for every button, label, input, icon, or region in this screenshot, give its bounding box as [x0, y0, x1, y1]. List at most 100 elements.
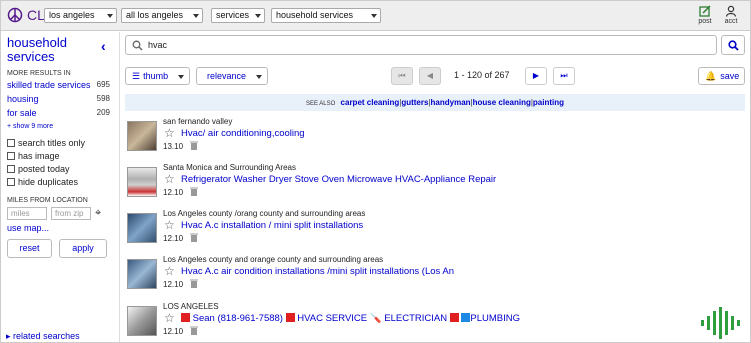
crosshair-icon[interactable]: ⌖: [95, 207, 101, 220]
result-title-part: ELECTRICIAN: [384, 313, 448, 324]
result-location: Santa Monica and Surrounding Areas: [163, 163, 296, 172]
see-also-link[interactable]: house cleaning: [473, 98, 531, 107]
post-label: post: [698, 18, 712, 25]
save-label: save: [720, 71, 740, 81]
related-category-label: skilled trade services: [7, 80, 91, 90]
trash-icon[interactable]: [190, 187, 198, 196]
show-more-link[interactable]: + show 9 more: [7, 123, 53, 130]
result-row[interactable]: Los Angeles county and orange county and…: [125, 255, 745, 301]
result-row[interactable]: san fernando valley ☆ Hvac/ air conditio…: [125, 117, 745, 163]
more-results-header: MORE RESULTS IN: [7, 70, 71, 77]
post-button[interactable]: post: [692, 5, 718, 25]
result-row[interactable]: LOS ANGELES ☆ Sean (818-961-7588) HVAC S…: [125, 302, 745, 342]
red-square-icon: [181, 313, 190, 322]
result-title[interactable]: Hvac/ air conditioning,cooling: [181, 128, 305, 139]
area-select[interactable]: all los angeles: [121, 8, 203, 23]
result-thumbnail[interactable]: [127, 306, 157, 336]
related-category-count: 598: [96, 94, 110, 103]
checkbox[interactable]: [7, 178, 15, 186]
use-map-link[interactable]: use map...: [7, 223, 49, 233]
search-input[interactable]: hvac: [125, 35, 717, 55]
chevron-down-icon: [255, 14, 261, 18]
sort-select[interactable]: relevance: [196, 67, 268, 85]
result-location: LOS ANGELES: [163, 302, 219, 311]
caret-right-icon: ▸: [6, 331, 11, 341]
related-category-item[interactable]: housing 598: [7, 94, 110, 104]
filter-label: hide duplicates: [18, 177, 79, 187]
search-value: hvac: [148, 40, 168, 50]
filter-label: search titles only: [18, 138, 86, 148]
view-mode-select[interactable]: ☰ thumb: [125, 67, 190, 85]
see-also-link[interactable]: painting: [533, 98, 564, 107]
result-title[interactable]: Refrigerator Washer Dryer Stove Oven Mic…: [181, 174, 496, 185]
apply-button[interactable]: apply: [59, 239, 107, 258]
account-button[interactable]: acct: [718, 5, 744, 25]
related-category-item[interactable]: skilled trade services 695: [7, 80, 110, 90]
main-content: hvac ☰ thumb relevance ⏮ ◀ 1 - 120 of 267…: [121, 32, 750, 342]
star-icon[interactable]: ☆: [164, 126, 175, 140]
see-also-link[interactable]: carpet cleaning: [341, 98, 400, 107]
checkbox[interactable]: [7, 139, 15, 147]
trash-icon[interactable]: [190, 326, 198, 335]
first-page-button[interactable]: ⏮: [391, 67, 413, 85]
category-select-value: household services: [276, 10, 354, 20]
result-thumbnail[interactable]: [127, 167, 157, 197]
user-icon: [725, 5, 737, 17]
filter-posted-today[interactable]: posted today: [7, 164, 70, 174]
star-icon[interactable]: ☆: [164, 172, 175, 186]
result-title[interactable]: Hvac A.c installation / mini split insta…: [181, 220, 363, 231]
top-bar: CL los angeles all los angeles services …: [1, 1, 750, 31]
logo-text: CL: [27, 7, 45, 23]
craigslist-logo[interactable]: CL: [7, 7, 45, 23]
see-also-link[interactable]: handyman: [431, 98, 471, 107]
search-button[interactable]: [721, 35, 745, 55]
view-mode-label: thumb: [143, 71, 169, 81]
category-title[interactable]: household services: [7, 36, 99, 64]
trash-icon[interactable]: [190, 141, 198, 150]
miles-input[interactable]: miles: [7, 207, 47, 220]
browser-frame: CL los angeles all los angeles services …: [0, 0, 751, 343]
result-row[interactable]: Los Angeles county /orang county and sur…: [125, 209, 745, 255]
green-waveform-logo-icon: [701, 307, 740, 339]
location-select[interactable]: los angeles: [44, 8, 117, 23]
section-select[interactable]: services: [211, 8, 265, 23]
star-icon[interactable]: ☆: [164, 218, 175, 232]
page-info: 1 - 120 of 267: [454, 70, 510, 80]
zip-input[interactable]: from zip: [51, 207, 91, 220]
collapse-sidebar-icon[interactable]: ‹: [101, 38, 106, 54]
result-title-part: Sean (818-961-7588): [192, 313, 283, 324]
category-select[interactable]: household services: [271, 8, 381, 23]
star-icon[interactable]: ☆: [164, 264, 175, 278]
search-icon: [728, 40, 739, 51]
star-icon[interactable]: ☆: [164, 311, 175, 325]
checkbox[interactable]: [7, 165, 15, 173]
trash-icon[interactable]: [190, 233, 198, 242]
see-also-link[interactable]: gutters: [401, 98, 428, 107]
last-page-button[interactable]: ⏭: [553, 67, 575, 85]
related-category-item[interactable]: for sale 209: [7, 108, 110, 118]
reset-button[interactable]: reset: [7, 239, 52, 258]
filter-search-titles-only[interactable]: search titles only: [7, 138, 85, 148]
search-icon: [132, 40, 143, 51]
filter-hide-duplicates[interactable]: hide duplicates: [7, 177, 78, 187]
plumbing-icon: [461, 313, 471, 322]
result-thumbnail[interactable]: [127, 213, 157, 243]
area-select-value: all los angeles: [126, 10, 184, 20]
result-date: 12.10: [163, 280, 184, 289]
result-title[interactable]: Sean (818-961-7588) HVAC SERVICE 🪛 ELECT…: [181, 313, 520, 324]
trash-icon[interactable]: [190, 279, 198, 288]
result-title[interactable]: Hvac A.c air condition installations /mi…: [181, 266, 454, 277]
result-row[interactable]: Santa Monica and Surrounding Areas ☆ Ref…: [125, 163, 745, 209]
related-category-label: for sale: [7, 108, 37, 118]
previous-page-button[interactable]: ◀: [419, 67, 441, 85]
related-searches-link[interactable]: ▸ related searches: [6, 331, 80, 342]
chevron-down-icon: [256, 75, 262, 79]
filter-has-image[interactable]: has image: [7, 151, 60, 161]
red-square-icon: [449, 313, 459, 322]
sort-label: relevance: [207, 71, 247, 81]
result-thumbnail[interactable]: [127, 121, 157, 151]
next-page-button[interactable]: ▶: [525, 67, 547, 85]
result-thumbnail[interactable]: [127, 259, 157, 289]
checkbox[interactable]: [7, 152, 15, 160]
save-search-button[interactable]: 🔔 save: [698, 67, 745, 85]
